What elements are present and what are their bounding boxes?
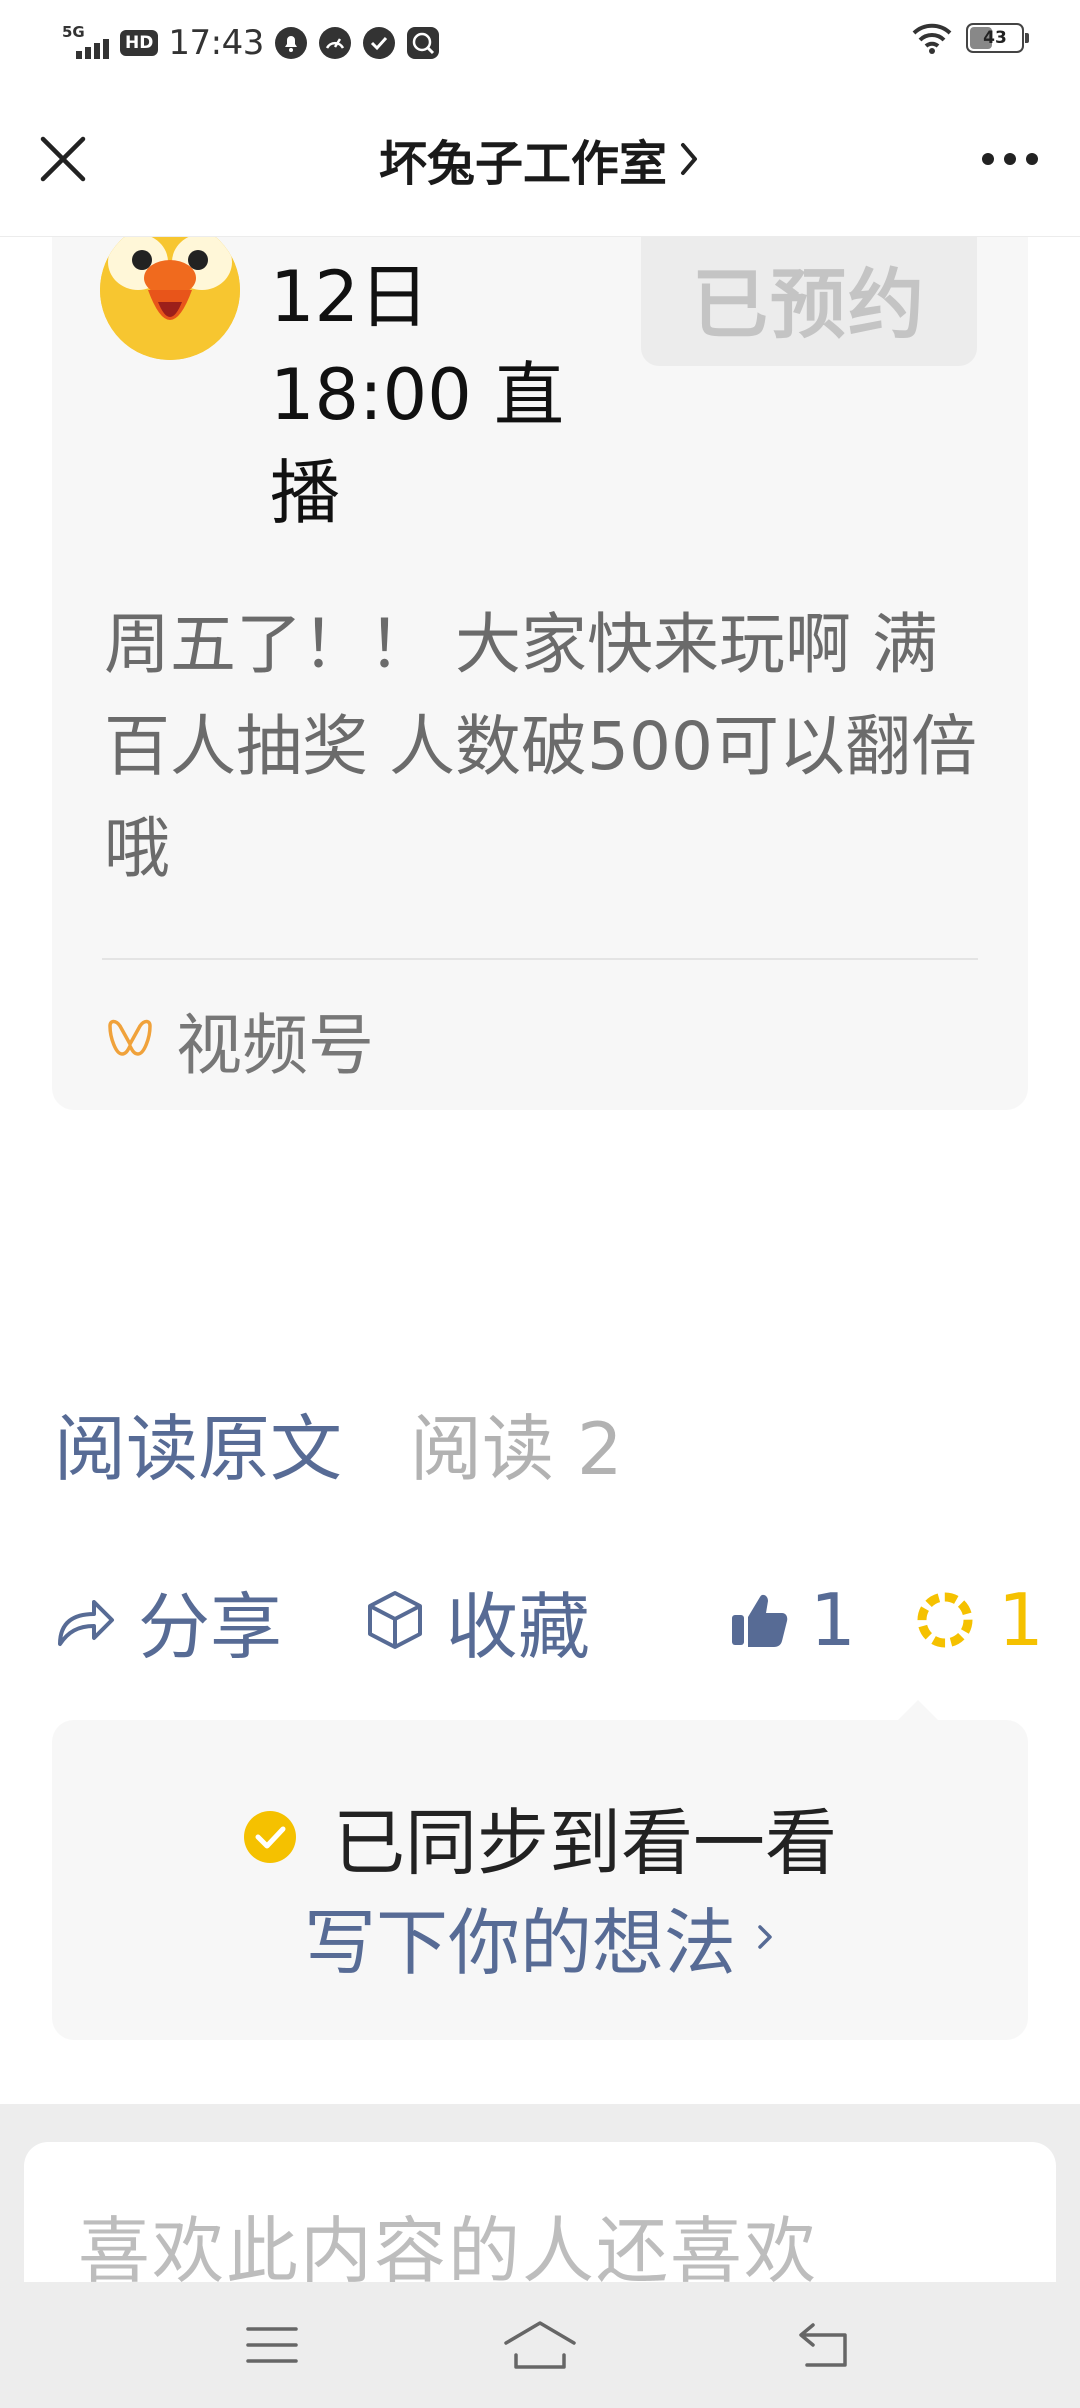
channels-logo-icon xyxy=(108,1019,152,1056)
share-button[interactable]: 分享 xyxy=(54,1570,282,1670)
chevron-right-icon xyxy=(758,1924,772,1949)
wow-button[interactable]: 1 xyxy=(914,1570,1044,1670)
like-count: 1 xyxy=(810,1578,856,1662)
thumbs-up-icon xyxy=(732,1594,788,1647)
channel-avatar xyxy=(100,220,240,360)
cellular-signal-icon: 5G xyxy=(62,23,110,63)
channel-label: 视频号 xyxy=(176,1007,374,1084)
share-icon xyxy=(58,1600,114,1646)
close-button[interactable] xyxy=(30,126,96,192)
live-time-line-2: 18:00 直 xyxy=(270,354,564,436)
speed-gauge-icon xyxy=(318,27,351,59)
battery-level: 43 xyxy=(983,28,1007,48)
status-time: 17:43 xyxy=(168,23,264,63)
read-count: 阅读 2 xyxy=(410,1407,623,1491)
wow-count: 1 xyxy=(998,1578,1044,1662)
check-circle-icon xyxy=(362,27,395,59)
status-right: 43 xyxy=(912,22,1029,54)
nav-home-button[interactable] xyxy=(500,2312,580,2378)
share-label: 分享 xyxy=(138,1584,283,1669)
favorite-label: 收藏 xyxy=(446,1584,591,1669)
card-divider xyxy=(102,958,978,960)
menu-icon xyxy=(246,2327,298,2363)
live-time-line-1: 12日 xyxy=(270,256,430,338)
wow-star-icon xyxy=(917,1592,973,1648)
action-row: 分享 收藏 1 1 xyxy=(54,1570,1044,1670)
live-time-line-3: 播 xyxy=(270,452,340,534)
synced-text: 已同步到看一看 xyxy=(332,1801,837,1885)
app-notification-icon xyxy=(406,27,439,59)
reserved-label: 已预约 xyxy=(692,260,926,349)
hd-badge: HD xyxy=(120,30,159,56)
more-options-button[interactable] xyxy=(970,126,1050,192)
account-title-link[interactable]: 坏兔子工作室 xyxy=(200,126,880,192)
synced-status: 已同步到看一看 xyxy=(52,1784,1028,1889)
read-original-link[interactable]: 阅读原文 xyxy=(54,1390,342,1495)
checkmark-circle-icon xyxy=(243,1810,296,1863)
nav-back-button[interactable] xyxy=(784,2312,864,2378)
sync-card: 已同步到看一看 写下你的想法 xyxy=(52,1700,1028,2040)
favorite-cube-icon xyxy=(368,1591,422,1649)
wifi-icon xyxy=(912,23,952,54)
status-bar: 5G HD 17:43 43 xyxy=(0,0,1080,86)
live-description: 周五了！！ 大家快来玩啊 满百人抽奖 人数破500可以翻倍哦 xyxy=(104,606,977,887)
live-reservation-card[interactable]: 12日 18:00 直 播 已预约 周五了！！ 大家快来玩啊 满百人抽奖 人数破… xyxy=(52,180,1028,1110)
live-schedule-time: 12日 18:00 直 播 xyxy=(270,248,630,542)
favorite-button[interactable]: 收藏 xyxy=(366,1570,590,1670)
home-icon xyxy=(504,2321,576,2369)
more-dots-icon xyxy=(982,153,1038,165)
close-icon xyxy=(40,136,86,182)
channel-source: 视频号 xyxy=(106,992,374,1088)
notification-bell-icon xyxy=(274,27,307,59)
chevron-right-icon xyxy=(681,143,697,175)
write-prompt: 写下你的想法 xyxy=(303,1901,736,1985)
title-bar: 坏兔子工作室 xyxy=(0,86,1080,237)
battery-icon: 43 xyxy=(966,23,1029,53)
write-thought-link[interactable]: 写下你的想法 xyxy=(52,1884,1028,1989)
status-left: 5G HD 17:43 xyxy=(62,14,440,72)
back-icon xyxy=(799,2323,847,2367)
like-button[interactable]: 1 xyxy=(730,1570,856,1670)
read-row: 阅读原文 阅读 2 xyxy=(54,1390,623,1495)
duck-avatar-icon xyxy=(100,220,240,360)
nav-menu-button[interactable] xyxy=(232,2312,312,2378)
account-title: 坏兔子工作室 xyxy=(378,136,667,192)
system-nav-bar xyxy=(0,2282,1080,2408)
